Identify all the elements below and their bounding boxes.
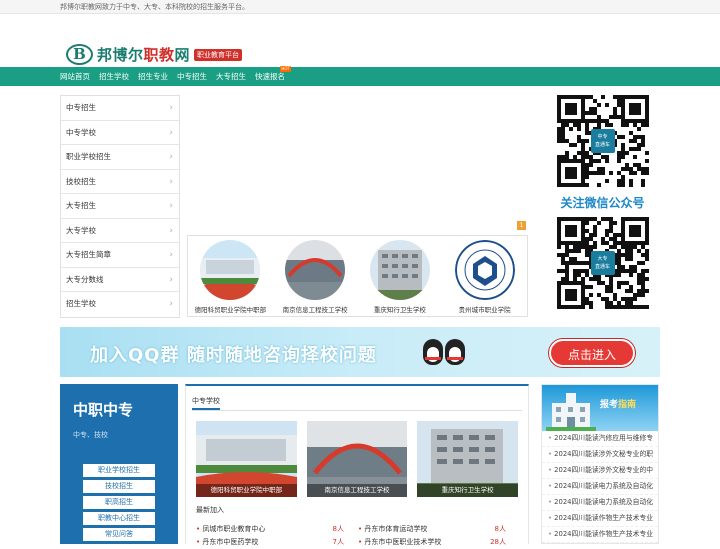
school-photo-card[interactable]: 德阳科贸职业学院中职部 xyxy=(196,421,297,497)
penguin-icon xyxy=(423,339,443,365)
left-menu-item[interactable]: 大专分数线 xyxy=(61,268,179,292)
join-entry[interactable]: • 丹东市中医职业技术学校 28人 xyxy=(358,536,520,549)
qq-group-banner[interactable]: 加入QQ群 随时随地咨询择校问题 点击进入 xyxy=(60,327,660,377)
photo-caption: 德阳科贸职业学院中职部 xyxy=(196,484,297,497)
section-tab[interactable]: 中专学校 xyxy=(192,396,522,411)
school-name: 德阳科贸职业学院中职部 xyxy=(194,306,267,314)
guide-title: 报考指南 xyxy=(600,400,637,410)
guide-list-item[interactable]: • 2024四川能读作物生产技术专业 xyxy=(542,511,658,527)
building-icon xyxy=(546,393,596,431)
logo-text: 邦博尔职教网 xyxy=(97,46,191,64)
panel-link[interactable]: 职业学校招生 xyxy=(83,464,155,477)
panel-link[interactable]: 职高招生 xyxy=(83,496,155,509)
qr-center-label: 中专 直通车 xyxy=(590,129,615,153)
school-carousel: 德阳科贸职业学院中职部 南京信息工程技工学校 重庆知行卫生学校 贵州城市职业学院 xyxy=(187,235,528,317)
guide-banner[interactable]: 报考指南 xyxy=(542,385,658,431)
nav-item[interactable]: 大专招生 xyxy=(216,67,246,86)
school-photo-card[interactable]: 重庆知行卫生学校 xyxy=(417,421,519,497)
left-menu-item[interactable]: 大专招生简章 xyxy=(61,243,179,268)
school-card[interactable]: 德阳科贸职业学院中职部 xyxy=(189,240,271,316)
school-card[interactable]: 贵州城市职业学院 xyxy=(444,240,526,316)
new-join-heading: 最新加入 xyxy=(196,506,224,514)
logo-tag: 职业教育平台 xyxy=(194,48,243,61)
penguin-icon xyxy=(445,339,465,365)
vocational-panel: 中职中专 中专、技校 职业学校招生 技校招生职高招生职教中心招生 常见问答 xyxy=(60,384,178,544)
school-logo xyxy=(454,240,515,300)
school-name: 丹东市体育运动学校 xyxy=(364,525,428,533)
guide-list-item[interactable]: • 2024四川能读汽修应用与维修专 xyxy=(542,431,658,447)
guide-list-item[interactable]: • 2024四川能读涉外文秘专业的中 xyxy=(542,463,658,479)
school-name: 贵州城市职业学院 xyxy=(458,306,511,314)
panel-link[interactable]: 常见问答 xyxy=(83,528,155,541)
qr-code-top[interactable]: 中专 直通车 xyxy=(556,95,649,187)
left-menu-item[interactable]: 大专学校 xyxy=(61,219,179,243)
school-card[interactable]: 南京信息工程技工学校 xyxy=(274,240,356,316)
guide-list-item[interactable]: • 2024四川能读电力系统及自动化 xyxy=(542,495,658,511)
qr-center-label: 大专 直通车 xyxy=(590,251,615,275)
join-row: • 凤城市职业教育中心 8人 • 丹东市体育运动学校 8人 xyxy=(196,523,521,536)
top-section: 中专招生中专学校职业学校招生技校招生大专招生大专学校大专招生简章大专分数线招生学… xyxy=(60,95,660,320)
qr-code-bottom[interactable]: 大专 直通车 xyxy=(556,217,649,309)
school-card[interactable]: 重庆知行卫生学校 xyxy=(359,240,441,316)
top-bar-text: 邦博尔职教网致力于中专、大专、本科院校的招生服务平台。 xyxy=(60,3,249,11)
join-count: 28人 xyxy=(490,538,506,546)
left-menu-item[interactable]: 技校招生 xyxy=(61,170,179,194)
header: B 邦博尔职教网 职业教育平台 xyxy=(0,14,720,67)
school-photo xyxy=(285,240,346,300)
school-name: 丹东市中医药学校 xyxy=(202,538,259,546)
photo-caption: 重庆知行卫生学校 xyxy=(417,484,519,497)
join-entry[interactable]: • 丹东市体育运动学校 8人 xyxy=(358,523,520,536)
left-menu-item[interactable]: 大专招生 xyxy=(61,194,179,219)
school-photo xyxy=(369,240,430,300)
panel-link[interactable]: 职教中心招生 xyxy=(83,512,155,525)
panel-subheading: 中专、技校 xyxy=(73,431,108,439)
panel-heading: 中职中专 xyxy=(73,401,134,419)
join-entry[interactable]: • 凤城市职业教育中心 8人 xyxy=(196,523,358,536)
join-count: 8人 xyxy=(494,525,506,533)
left-category-menu: 中专招生中专学校职业学校招生技校招生大专招生大专学校大专招生简章大专分数线招生学… xyxy=(60,95,180,318)
top-bar: 邦博尔职教网致力于中专、大专、本科院校的招生服务平台。 xyxy=(0,0,720,14)
school-name: 重庆知行卫生学校 xyxy=(373,306,426,314)
nav-item[interactable]: 中专招生 xyxy=(177,67,207,86)
guide-list-item[interactable]: • 2024四川能读涉外文秘专业的职 xyxy=(542,447,658,463)
left-menu-item[interactable]: 中专学校 xyxy=(61,121,179,145)
logo-mark: B xyxy=(66,44,93,65)
qr-column: 中专 直通车 关注微信公众号 大专 直通车 xyxy=(545,95,660,318)
school-name: 凤城市职业教育中心 xyxy=(202,525,266,533)
guide-list-item[interactable]: • 2024四川能读作物生产技术专业 xyxy=(542,527,658,543)
panel-link[interactable]: 技校招生 xyxy=(83,480,155,493)
main-nav: 网站首页 招生学校 招生专业 中专招生 大专招生 快速报名 HOT xyxy=(0,66,720,86)
nav-item[interactable]: 招生专业 xyxy=(138,67,168,86)
school-name: 丹东市中医职业技术学校 xyxy=(364,538,442,546)
wechat-follow-text: 关注微信公众号 xyxy=(560,196,645,210)
school-photo xyxy=(200,240,261,300)
school-name: 南京信息工程技工学校 xyxy=(282,306,348,314)
join-row: • 丹东市中医药学校 7人 • 丹东市中医职业技术学校 28人 xyxy=(196,536,521,549)
school-photo-card[interactable]: 南京信息工程技工学校 xyxy=(306,421,408,497)
admission-guide-panel: 报考指南 • 2024四川能读汽修应用与维修专 • 2024四川能读涉外文秘专业的… xyxy=(541,384,659,544)
join-count: 7人 xyxy=(332,538,344,546)
nav-item[interactable]: 招生学校 xyxy=(99,67,129,86)
banner-text: 加入QQ群 随时随地咨询择校问题 xyxy=(90,345,377,366)
join-entry[interactable]: • 丹东市中医药学校 7人 xyxy=(196,536,358,549)
photo-caption: 南京信息工程技工学校 xyxy=(306,484,408,497)
ad-badge: 1 xyxy=(517,221,526,230)
left-menu-item[interactable]: 职业学校招生 xyxy=(61,145,179,170)
left-menu-item[interactable]: 招生学校 xyxy=(61,292,179,317)
enter-button[interactable]: 点击进入 xyxy=(549,339,635,367)
hot-badge: HOT xyxy=(280,66,291,72)
left-menu-item[interactable]: 中专招生 xyxy=(61,96,179,121)
nav-item[interactable]: 网站首页 xyxy=(60,67,90,86)
site-logo[interactable]: B 邦博尔职教网 职业教育平台 xyxy=(66,44,243,65)
nav-item[interactable]: 快速报名 HOT xyxy=(255,66,291,86)
school-section: 中专学校 德阳科贸职业学院中职部 南京信息工程技工学校 重庆知行卫生学校 最新加… xyxy=(185,384,529,546)
join-count: 8人 xyxy=(332,525,344,533)
guide-list-item[interactable]: • 2024四川能读电力系统及自动化 xyxy=(542,479,658,495)
